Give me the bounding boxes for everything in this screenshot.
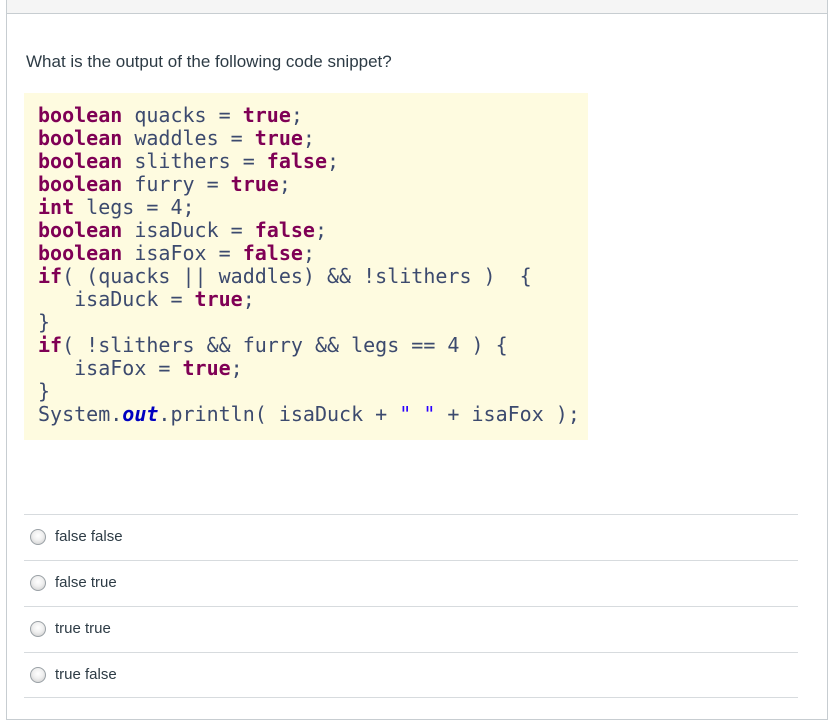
answer-option[interactable]: false true	[24, 560, 798, 606]
answer-label[interactable]: false true	[55, 574, 117, 591]
answer-label[interactable]: false false	[55, 528, 123, 545]
answer-option[interactable]: true true	[24, 606, 798, 652]
code-line: System.out.println( isaDuck + " " + isaF…	[38, 402, 580, 426]
code-line: boolean isaDuck = false;	[38, 218, 328, 242]
answer-list: false false false true true true true fa…	[24, 514, 798, 698]
question-text: What is the output of the following code…	[26, 52, 392, 71]
radio-button[interactable]	[30, 529, 46, 545]
code-line: boolean isaFox = false;	[38, 241, 315, 265]
code-line: }	[38, 379, 51, 403]
answer-option[interactable]: true false	[24, 652, 798, 698]
code-line: if( (quacks || waddles) && !slithers ) {	[38, 264, 532, 288]
answer-label[interactable]: true false	[55, 666, 117, 683]
code-line: int legs = 4;	[38, 195, 195, 219]
code-snippet: boolean quacks = true; boolean waddles = …	[24, 93, 588, 440]
radio-button[interactable]	[30, 667, 46, 683]
radio-button[interactable]	[30, 575, 46, 591]
code-line: boolean furry = true;	[38, 172, 291, 196]
code-line: }	[38, 310, 51, 334]
panel-header-bar	[7, 0, 827, 14]
code-line: boolean waddles = true;	[38, 126, 315, 150]
radio-button[interactable]	[30, 621, 46, 637]
answer-label[interactable]: true true	[55, 620, 111, 637]
code-line: boolean slithers = false;	[38, 149, 340, 173]
code-line: if( !slithers && furry && legs == 4 ) {	[38, 333, 508, 357]
answer-option[interactable]: false false	[24, 514, 798, 560]
code-line: isaDuck = true;	[38, 287, 255, 311]
code-line: boolean quacks = true;	[38, 103, 303, 127]
code-line: isaFox = true;	[38, 356, 243, 380]
